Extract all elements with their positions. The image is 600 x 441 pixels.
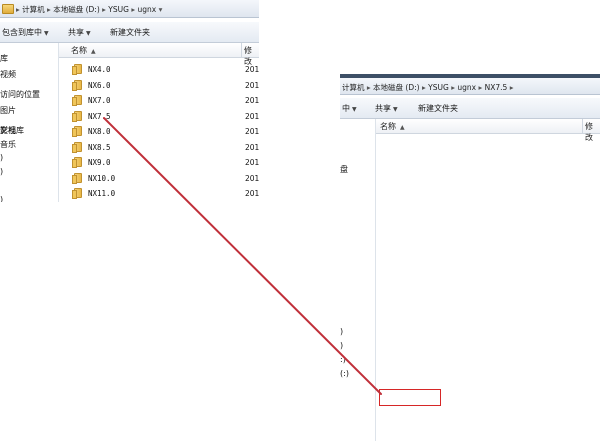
- annotation-arrow-line: [103, 117, 382, 395]
- annotation-overlay: [103, 117, 382, 395]
